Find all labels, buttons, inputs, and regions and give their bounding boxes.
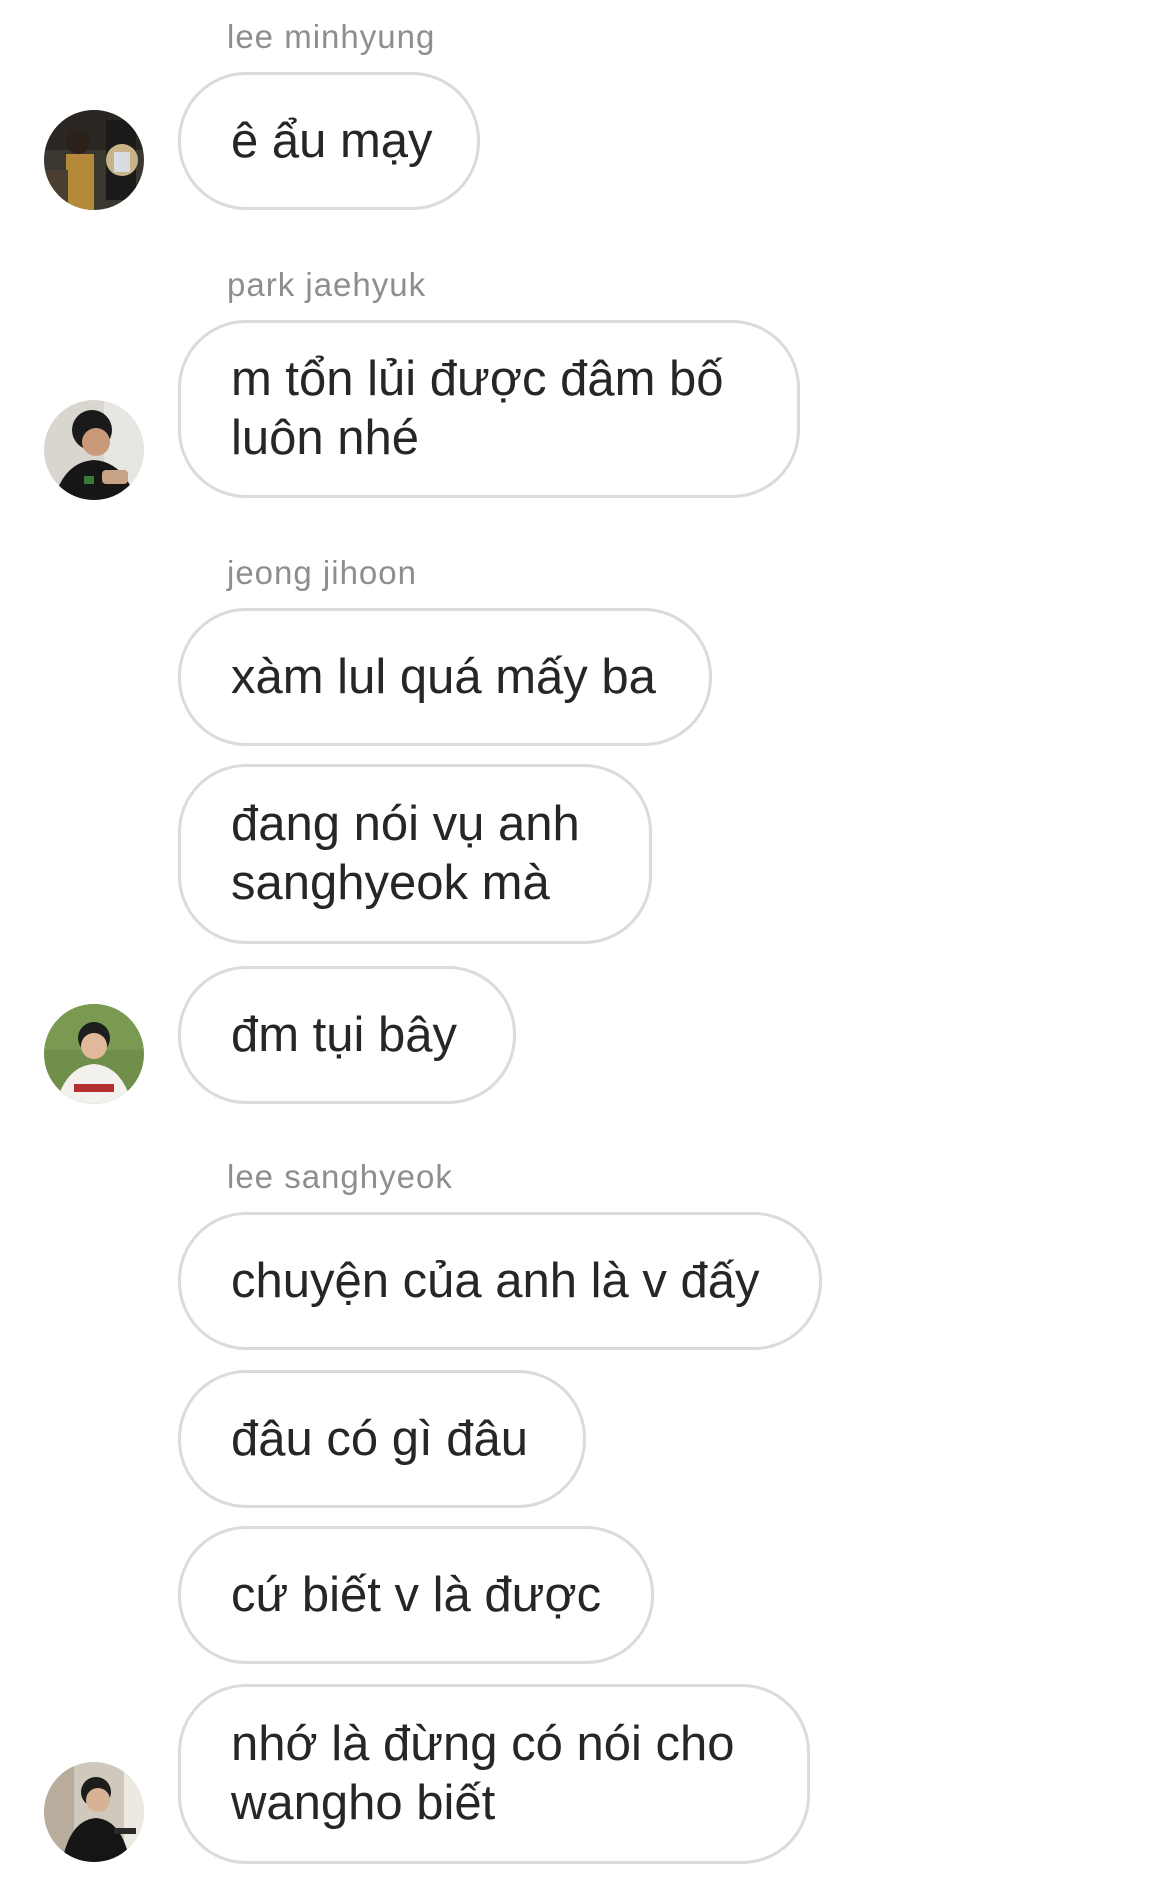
sender-name: lee minhyung — [227, 18, 436, 55]
message-bubble[interactable]: đang nói vụ anh sanghyeok mà — [178, 764, 652, 944]
message-bubble[interactable]: chuyện của anh là v đấy — [178, 1212, 822, 1350]
message-bubble[interactable]: xàm lul quá mấy ba — [178, 608, 712, 746]
message-bubble[interactable]: ê ẩu mạy — [178, 72, 480, 210]
user-avatar-photo-icon — [44, 110, 144, 210]
message-text: đang nói vụ anh sanghyeok mà — [231, 797, 580, 910]
avatar[interactable] — [44, 1004, 144, 1104]
sender-name: park jaehyuk — [227, 266, 427, 303]
sender-name: jeong jihoon — [227, 554, 417, 591]
message-text: cứ biết v là được — [231, 1567, 602, 1622]
message-text: chuyện của anh là v đấy — [231, 1253, 760, 1308]
avatar[interactable] — [44, 400, 144, 500]
message-bubble[interactable]: đâu có gì đâu — [178, 1370, 586, 1508]
message-bubble[interactable]: nhớ là đừng có nói cho wangho biết — [178, 1684, 810, 1864]
message-bubble[interactable]: đm tụi bây — [178, 966, 516, 1104]
avatar[interactable] — [44, 110, 144, 210]
avatar[interactable] — [44, 1762, 144, 1862]
message-bubble[interactable]: cứ biết v là được — [178, 1526, 654, 1664]
sender-name: lee sanghyeok — [227, 1158, 453, 1195]
message-bubble[interactable]: m tổn lủi được đâm bố luôn nhé — [178, 320, 800, 498]
user-avatar-photo-icon — [44, 1004, 144, 1104]
user-avatar-photo-icon — [44, 1762, 144, 1862]
message-text: m tổn lủi được đâm bố luôn nhé — [231, 352, 724, 465]
message-text: đâu có gì đâu — [231, 1411, 528, 1466]
message-text: xàm lul quá mấy ba — [231, 649, 656, 704]
user-avatar-photo-icon — [44, 400, 144, 500]
message-text: đm tụi bây — [231, 1007, 458, 1062]
message-text: nhớ là đừng có nói cho wangho biết — [231, 1717, 735, 1830]
message-text: ê ẩu mạy — [231, 113, 433, 168]
